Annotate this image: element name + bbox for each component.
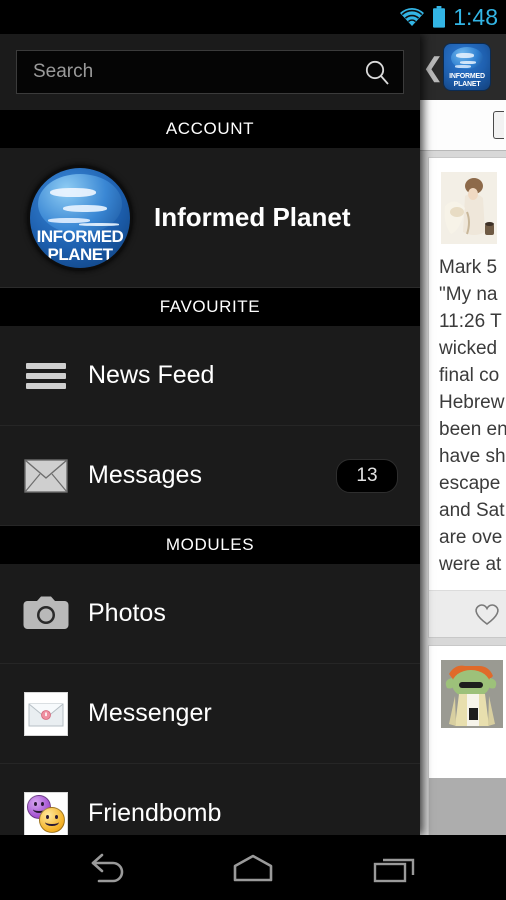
- avatar[interactable]: INFORMED PLANET: [30, 167, 130, 268]
- news-feed-list[interactable]: Mark 5 "My na 11:26 T wicked final co He…: [420, 151, 506, 835]
- post-image-painting: [441, 172, 497, 244]
- post-body-placeholder: [429, 738, 506, 778]
- back-arrow-icon: [91, 853, 124, 882]
- post-thumbnail-wrap: [429, 158, 506, 254]
- post-thumbnail-wrap: [429, 646, 506, 738]
- home-icon: [233, 854, 273, 881]
- hamburger-icon: [26, 359, 66, 393]
- yellow-smiley-icon: [39, 806, 65, 833]
- post-line: have sh: [439, 446, 506, 467]
- content-sub-bar: [420, 100, 506, 151]
- avatar-text: INFORMED PLANET: [30, 226, 130, 264]
- recents-button[interactable]: [360, 845, 430, 891]
- list-item[interactable]: Mark 5 "My na 11:26 T wicked final co He…: [429, 158, 506, 637]
- section-header-label: ACCOUNT: [165, 119, 255, 138]
- post-line: escape: [439, 473, 501, 494]
- post-line: are ove: [439, 527, 503, 548]
- nav-icon-slot: [22, 791, 70, 835]
- globe-icon: [38, 173, 122, 234]
- globe-icon: [451, 47, 483, 69]
- section-header-account: ACCOUNT: [0, 110, 420, 148]
- sidebar-item-label: News Feed: [88, 361, 215, 389]
- mail-tile-icon: [24, 691, 68, 736]
- envelope-icon: [24, 458, 68, 493]
- nav-icon-slot: [22, 691, 70, 736]
- sidebar-item-label: Friendbomb: [88, 799, 222, 827]
- post-line: were at: [439, 554, 502, 575]
- sidebar-item-label: Messenger: [88, 699, 212, 727]
- sidebar-item-messages[interactable]: Messages 13: [0, 426, 420, 526]
- post-footer-placeholder: [429, 778, 506, 835]
- status-clock: 1:48: [453, 3, 498, 30]
- recents-icon: [373, 858, 415, 882]
- status-badge: 13: [336, 458, 398, 493]
- post-line: 11:26 T: [439, 311, 502, 332]
- post-line: final co: [439, 365, 500, 386]
- content-panel: ❮ INFORMED PLANET Mark 5 "My na 11:26 T …: [420, 34, 506, 835]
- back-button[interactable]: [76, 845, 146, 891]
- list-item[interactable]: [429, 646, 506, 835]
- status-bar: 1:48: [0, 0, 506, 34]
- section-header-label: MODULES: [165, 535, 255, 554]
- post-line: Mark 5: [439, 257, 498, 278]
- brand-text-line-1: INFORMED: [449, 73, 485, 80]
- wifi-icon: [400, 8, 425, 26]
- post-line: Hebrew: [439, 392, 505, 413]
- search-icon[interactable]: [363, 58, 391, 86]
- brand-text-line-2: PLANET: [453, 80, 481, 88]
- post-line: wicked: [439, 338, 498, 359]
- compose-button[interactable]: [493, 111, 504, 139]
- post-line: and Sat: [439, 500, 505, 521]
- section-header-label: FAVOURITE: [159, 297, 261, 316]
- phone-screen: ❮ INFORMED PLANET Mark 5 "My na 11:26 T …: [0, 0, 506, 900]
- camera-icon: [23, 596, 69, 629]
- post-action-bar: [429, 590, 506, 637]
- sidebar-item-label: Photos: [88, 599, 166, 627]
- post-line: been en: [439, 419, 506, 440]
- post-body-text: Mark 5 "My na 11:26 T wicked final co He…: [429, 254, 506, 590]
- sidebar-item-label: Messages: [88, 461, 202, 489]
- home-button[interactable]: [218, 845, 288, 891]
- search-area: [0, 34, 420, 110]
- account-name: Informed Planet: [154, 202, 351, 232]
- avatar-text-line-2: PLANET: [47, 244, 114, 264]
- sidebar-item-photos[interactable]: Photos: [0, 564, 420, 664]
- informed-planet-logo[interactable]: INFORMED PLANET: [444, 44, 490, 90]
- post-line: "My na: [439, 284, 498, 305]
- avatar-text-line-1: INFORMED: [36, 226, 124, 246]
- section-header-favourite: FAVOURITE: [0, 288, 420, 326]
- back-chevron-icon[interactable]: ❮: [422, 54, 444, 80]
- sidebar-item-news-feed[interactable]: News Feed: [0, 326, 420, 426]
- sidebar-item-friendbomb[interactable]: Friendbomb: [0, 764, 420, 835]
- heart-icon[interactable]: [472, 601, 502, 627]
- status-icons: 1:48: [399, 3, 498, 30]
- account-row[interactable]: INFORMED PLANET Informed Planet: [0, 148, 420, 288]
- smileys-tile-icon: [24, 791, 68, 835]
- search-box[interactable]: [16, 50, 404, 94]
- brand-badge-text: INFORMED PLANET: [444, 73, 490, 88]
- system-nav-bar: [0, 835, 506, 900]
- post-image-character: [441, 660, 503, 728]
- section-header-modules: MODULES: [0, 526, 420, 564]
- nav-icon-slot: [22, 458, 70, 493]
- search-input[interactable]: [31, 60, 363, 84]
- navigation-drawer: ACCOUNT INFORMED PLANET Informed Planet …: [0, 34, 420, 835]
- battery-icon: [433, 6, 446, 28]
- nav-icon-slot: [22, 596, 70, 632]
- content-action-bar: ❮ INFORMED PLANET: [420, 34, 506, 100]
- sidebar-item-messenger[interactable]: Messenger: [0, 664, 420, 764]
- nav-icon-slot: [22, 359, 70, 393]
